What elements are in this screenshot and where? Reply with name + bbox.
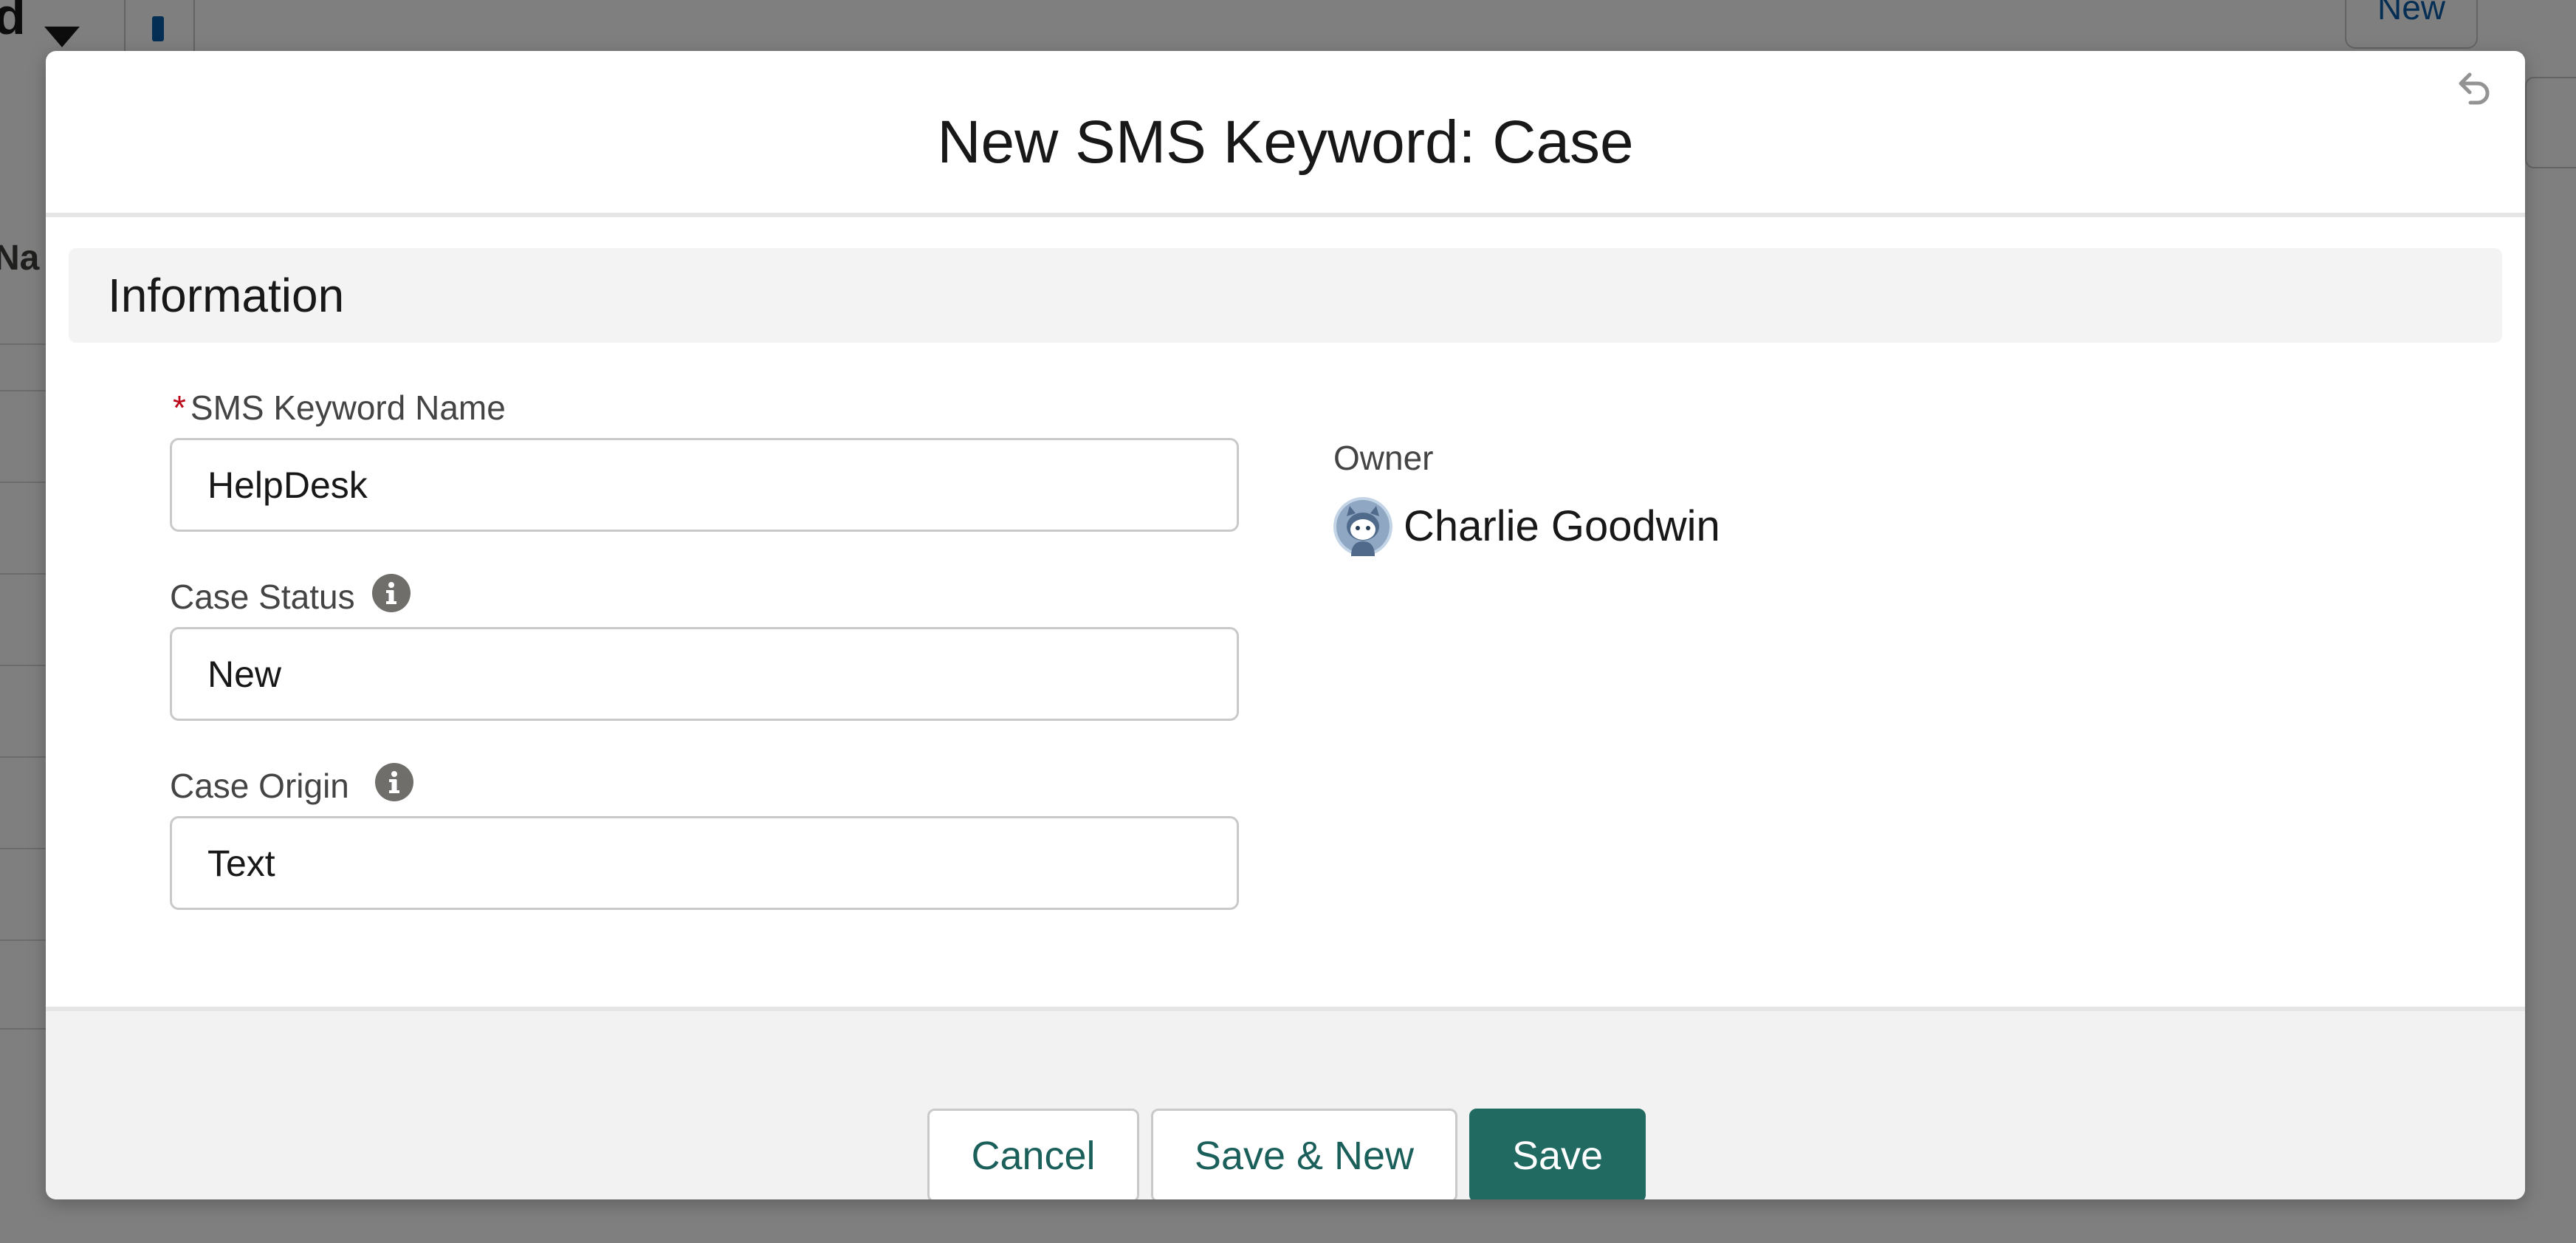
case-status-label: Case Status: [170, 578, 355, 616]
modal-title: New SMS Keyword: Case: [937, 109, 1634, 176]
save-button[interactable]: Save: [1469, 1109, 1646, 1199]
sms-keyword-name-label: * SMS Keyword Name: [173, 387, 506, 428]
sms-keyword-name-input[interactable]: [170, 438, 1239, 532]
case-origin-info-icon[interactable]: [375, 763, 413, 801]
owner-label: Owner: [1333, 439, 1434, 477]
sms-keyword-name-label-text: SMS Keyword Name: [190, 388, 506, 427]
case-origin-label: Case Origin: [170, 767, 349, 805]
case-status-info-icon[interactable]: [372, 574, 411, 612]
save-and-new-button[interactable]: Save & New: [1151, 1109, 1457, 1199]
owner-name[interactable]: Charlie Goodwin: [1404, 497, 1720, 556]
case-status-input[interactable]: [170, 627, 1239, 721]
new-sms-keyword-modal: New SMS Keyword: Case Information * SMS K…: [46, 51, 2525, 1199]
case-origin-input[interactable]: [170, 816, 1239, 910]
section-title: Information: [108, 269, 345, 322]
modal-header: New SMS Keyword: Case: [46, 51, 2525, 217]
cancel-button[interactable]: Cancel: [927, 1109, 1139, 1199]
required-indicator: *: [173, 388, 186, 427]
modal-footer: Cancel Save & New Save: [46, 1007, 2525, 1199]
section-header-information[interactable]: Information: [69, 248, 2502, 343]
owner-avatar: [1333, 497, 1392, 556]
undo-icon[interactable]: [2450, 64, 2494, 109]
